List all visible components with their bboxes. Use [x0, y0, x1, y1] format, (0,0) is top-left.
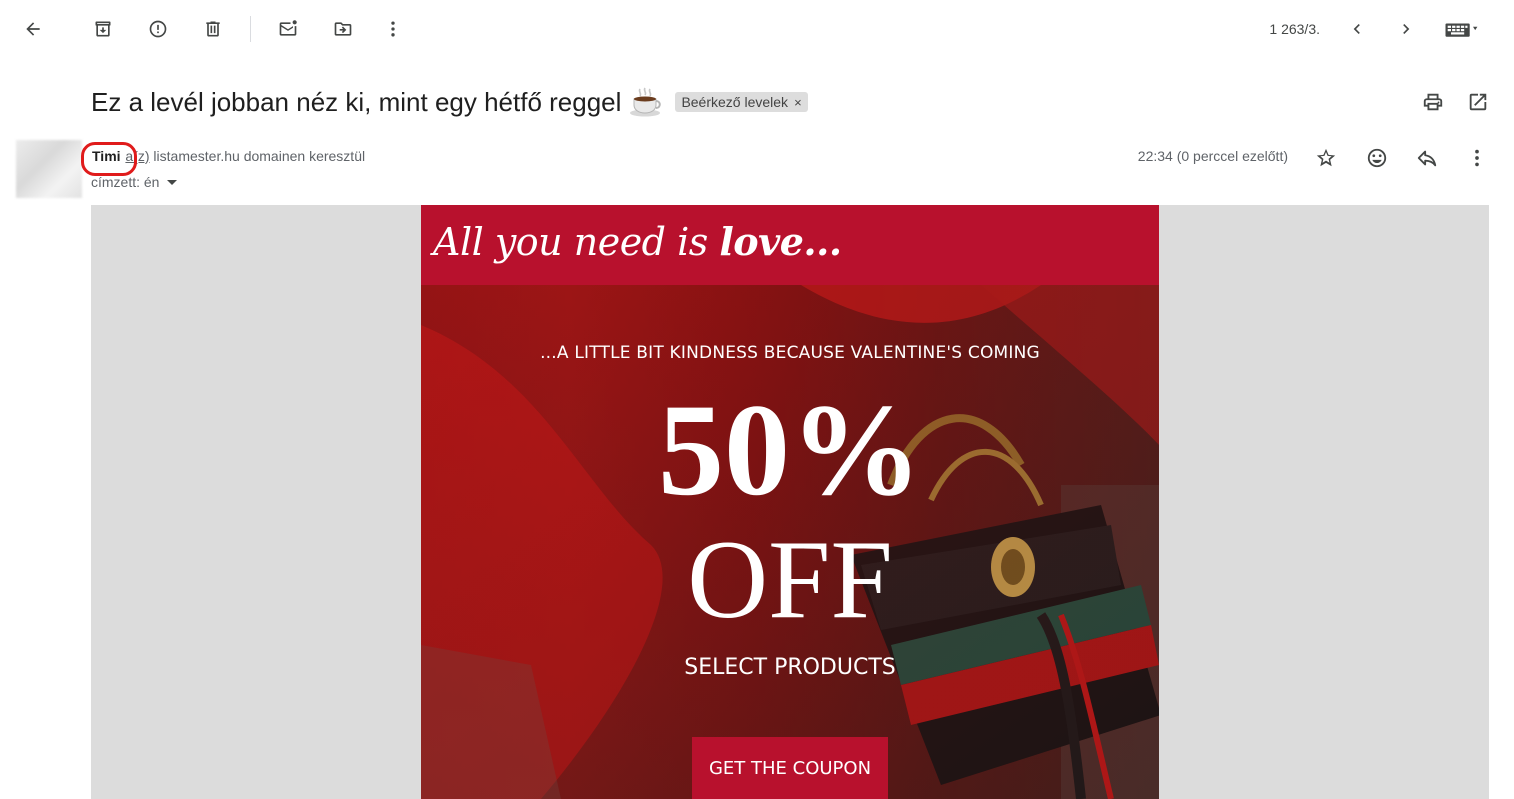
get-coupon-button[interactable]: GET THE COUPON — [692, 737, 888, 799]
subject-row: Ez a levél jobban néz ki, mint egy hétfő… — [91, 84, 808, 120]
sender-via-text: listamester.hu domainen keresztül — [149, 148, 366, 164]
sender-avatar[interactable] — [16, 140, 82, 198]
email-subject: Ez a levél jobban néz ki, mint egy hétfő… — [91, 86, 622, 117]
sender-line: Timi a(z) listamester.hu domainen keresz… — [91, 148, 365, 164]
newsletter-card: All you need is love... ...A LITTLE BIT … — [421, 205, 1159, 799]
message-more-icon[interactable] — [1463, 144, 1491, 172]
recipient-text: címzett: én — [91, 174, 160, 190]
recipient-line[interactable]: címzett: én — [91, 174, 178, 190]
open-new-window-icon[interactable] — [1464, 88, 1492, 116]
tagline-bold: love... — [719, 219, 842, 264]
email-toolbar: 1 263/3. — [0, 0, 1514, 58]
move-to-icon[interactable] — [326, 12, 360, 46]
hero-image: ...A LITTLE BIT KINDNESS BECAUSE VALENTI… — [421, 285, 1159, 799]
more-vert-icon[interactable] — [376, 12, 410, 46]
email-timestamp: 22:34 (0 perccel ezelőtt) — [1137, 148, 1288, 164]
tagline-prefix: All you need is — [433, 220, 720, 264]
star-icon[interactable] — [1312, 144, 1340, 172]
trash-icon[interactable] — [196, 12, 230, 46]
older-chevron-icon[interactable] — [1389, 12, 1423, 46]
discount-percentage: 50% — [658, 376, 922, 523]
coffee-icon — [629, 87, 663, 117]
archive-icon[interactable] — [86, 12, 120, 46]
off-text: OFF — [687, 518, 893, 642]
preheader-text: ...A LITTLE BIT KINDNESS BECAUSE VALENTI… — [540, 343, 1040, 363]
mark-unread-icon[interactable] — [271, 12, 305, 46]
sender-name[interactable]: Timi — [91, 148, 122, 164]
select-products-text: SELECT PRODUCTS — [684, 655, 896, 680]
pager-count: 1 263/3. — [1269, 21, 1320, 37]
emoji-react-icon[interactable] — [1363, 144, 1391, 172]
back-arrow-icon[interactable] — [16, 12, 50, 46]
newer-chevron-icon[interactable] — [1340, 12, 1374, 46]
keyboard-icon[interactable] — [1436, 12, 1488, 46]
report-spam-icon[interactable] — [141, 12, 175, 46]
inbox-label-chip[interactable]: Beérkező levelek × — [675, 92, 808, 112]
inbox-label-text: Beérkező levelek — [681, 94, 789, 110]
reply-icon[interactable] — [1413, 144, 1441, 172]
print-icon[interactable] — [1419, 88, 1447, 116]
tagline: All you need is love... — [433, 219, 842, 264]
remove-label-icon[interactable]: × — [794, 95, 802, 110]
tagline-banner: All you need is love... — [421, 205, 1159, 285]
recipient-dropdown-icon[interactable] — [167, 179, 178, 185]
toolbar-divider — [250, 16, 251, 42]
